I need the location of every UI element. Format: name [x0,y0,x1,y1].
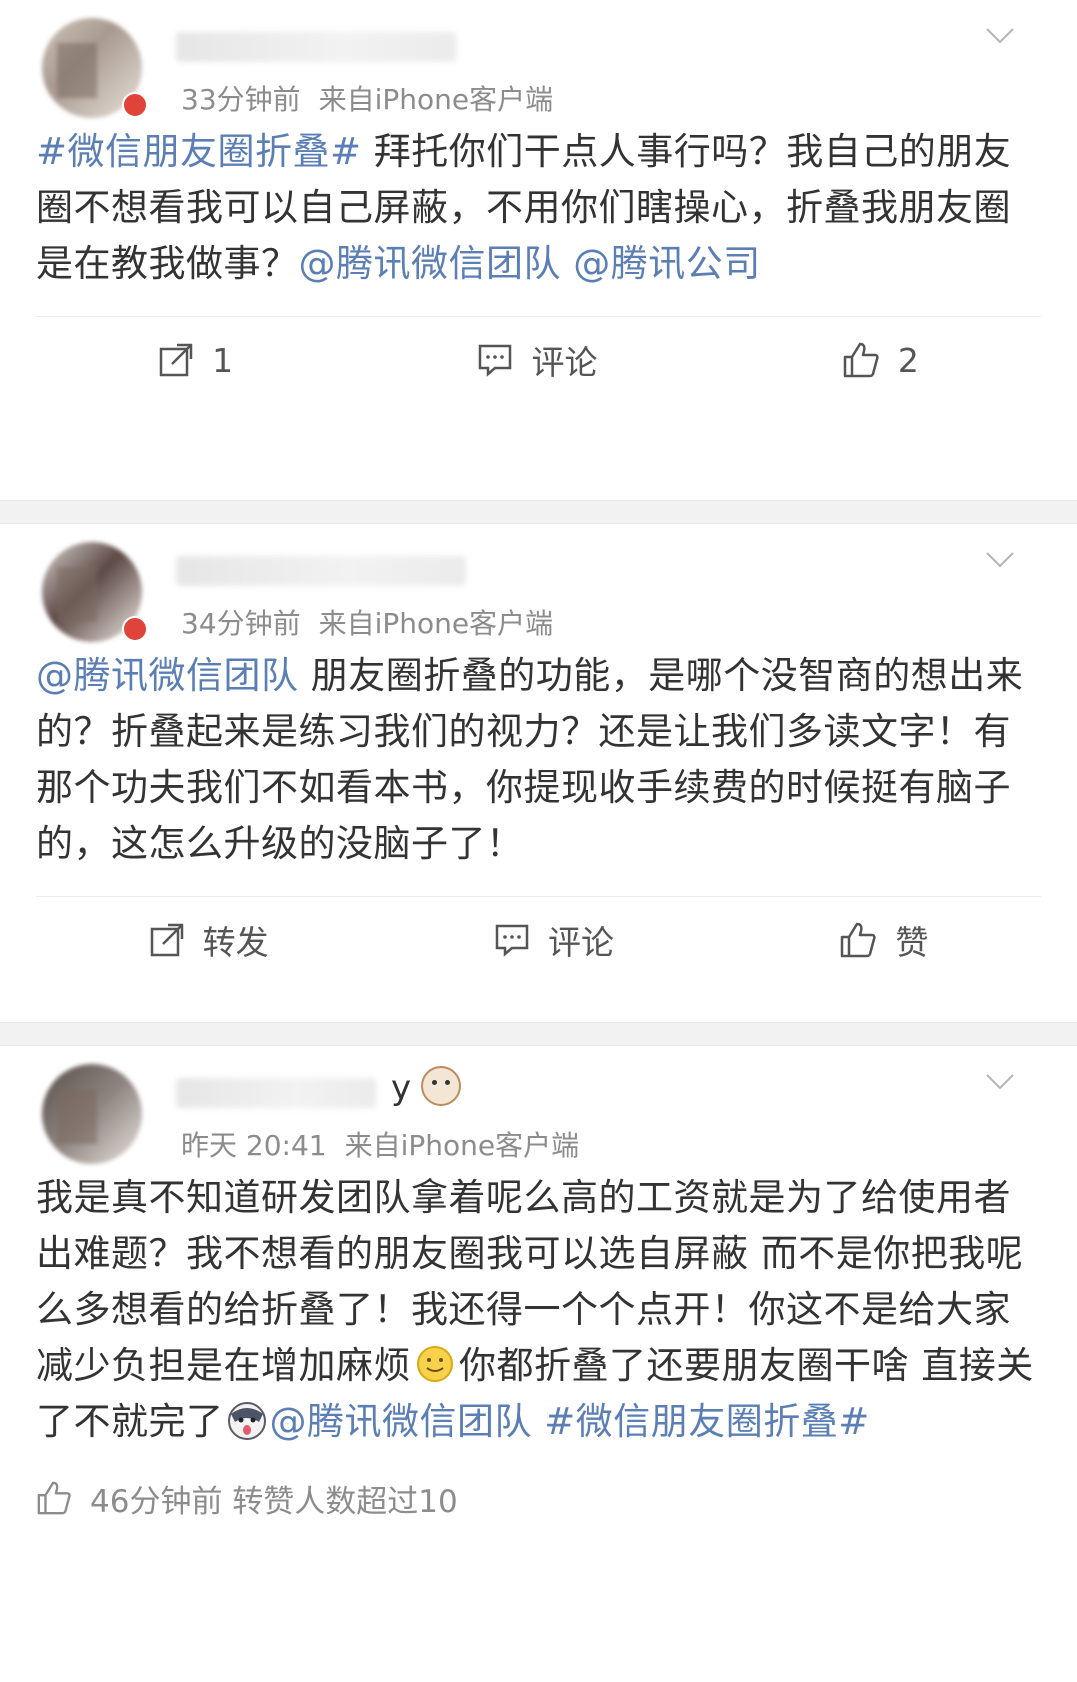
comment-label: 评论 [547,923,614,962]
repost-count: 1 [212,340,234,380]
verified-badge-icon [122,92,148,118]
post-card: 33分钟前 来自iPhone客户端 #微信朋友圈折叠# 拜托你们干点人事行吗？我自… [0,0,1077,500]
chevron-down-icon[interactable] [985,26,1015,46]
repost-icon [150,923,183,957]
comment-button[interactable]: 评论 [477,336,597,384]
mention-link[interactable]: @腾讯微信团队 [270,1400,533,1443]
like-button[interactable]: 赞 [839,916,928,964]
repost-icon [159,343,193,377]
post-header: y 昨天 20:41 来自iPhone客户端 [36,1046,1041,1164]
repost-label: 转发 [202,923,269,962]
like-button[interactable]: 2 [842,341,919,380]
post-time: 34分钟前 [181,607,301,640]
post-text: @腾讯微信团队 朋友圈折叠的功能，是哪个没智商的想出来的？折叠起来是练习我们的视… [36,648,1041,872]
mention-link[interactable]: @腾讯微信团队 [299,242,562,285]
smile-emoji-icon [417,1346,453,1382]
hashtag-link[interactable]: #微信朋友圈折叠# [36,130,362,173]
dog-emoji-icon [421,1066,461,1106]
divider [0,1022,1077,1046]
divider [0,500,1077,524]
post-header: 33分钟前 来自iPhone客户端 [36,0,1041,118]
footer-text: 46分钟前 转赞人数超过10 [90,1483,458,1520]
post-text: 我是真不知道研发团队拿着呢么高的工资就是为了给使用者出难题？我不想看的朋友圈我可… [36,1170,1041,1450]
post-source: 来自iPhone客户端 [344,1129,580,1162]
post-time: 33分钟前 [181,83,301,116]
husky-emoji-icon [227,1402,266,1440]
username-tail[interactable]: y [391,1068,411,1108]
mention-link[interactable]: @腾讯微信团队 [36,654,299,697]
weibo-feed: 33分钟前 来自iPhone客户端 #微信朋友圈折叠# 拜托你们干点人事行吗？我自… [0,0,1077,1682]
repost-button[interactable]: 1 [158,341,233,380]
thumbs-up-icon[interactable] [36,1480,72,1516]
username-blurred[interactable] [176,1078,376,1108]
post-header: 34分钟前 来自iPhone客户端 [36,524,1041,642]
post-source: 来自iPhone客户端 [318,607,554,640]
chevron-down-icon[interactable] [985,550,1015,570]
post-time: 昨天 20:41 [181,1129,327,1162]
text-spacer [561,242,573,285]
username-blurred[interactable] [176,556,466,586]
comment-label: 评论 [531,343,598,382]
thumbs-up-icon [843,342,879,378]
comment-icon [479,344,512,377]
username-blurred[interactable] [176,32,456,62]
mention-link[interactable]: @腾讯公司 [573,242,761,285]
avatar[interactable] [42,1064,142,1164]
comment-button[interactable]: 评论 [494,916,614,964]
post-source: 来自iPhone客户端 [318,83,554,116]
post-card: y 昨天 20:41 来自iPhone客户端 我是真不知道研发团队拿着呢么高的工资… [0,1046,1077,1662]
verified-badge-icon [122,616,148,642]
like-label: 赞 [895,923,929,962]
action-bar: 转发 评论 赞 [36,896,1041,983]
post-card: 34分钟前 来自iPhone客户端 @腾讯微信团队 朋友圈折叠的功能，是哪个没智商… [0,524,1077,1022]
repost-button[interactable]: 转发 [149,916,269,964]
thumbs-up-icon [841,922,876,958]
action-bar: 1 评论 2 [36,316,1041,403]
post-text: #微信朋友圈折叠# 拜托你们干点人事行吗？我自己的朋友圈不想看我可以自己屏蔽，不… [36,124,1041,292]
like-count: 2 [897,340,919,380]
comment-icon [495,924,529,957]
post-meta: 33分钟前 来自iPhone客户端 [181,78,553,118]
post-meta: 昨天 20:41 来自iPhone客户端 [181,1124,579,1164]
post-footer: 46分钟前 转赞人数超过10 [36,1468,1041,1528]
chevron-down-icon[interactable] [985,1072,1015,1092]
post-meta: 34分钟前 来自iPhone客户端 [181,602,553,642]
hashtag-link[interactable]: #微信朋友圈折叠# [544,1400,870,1443]
